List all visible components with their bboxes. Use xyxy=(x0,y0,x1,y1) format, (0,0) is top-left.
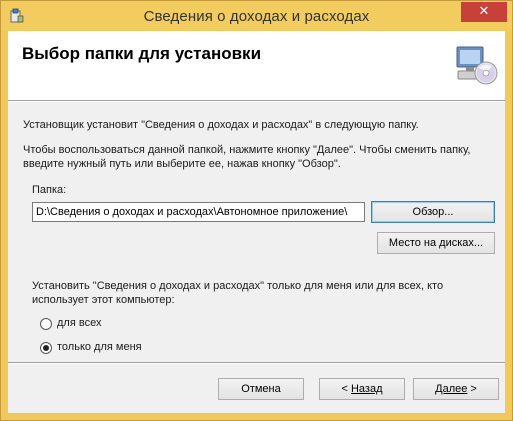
close-button[interactable]: ✕ xyxy=(461,2,507,22)
radio-everyone-label: для всех xyxy=(57,317,102,329)
footer-divider-highlight xyxy=(8,363,505,364)
computer-cd-icon xyxy=(454,43,498,87)
banner-divider xyxy=(8,101,505,102)
disk-cost-button[interactable]: Место на дисках... xyxy=(377,232,495,254)
header-banner: Выбор папки для установки xyxy=(8,31,505,101)
back-arrow: < xyxy=(341,383,348,395)
browse-button-label: Обзор... xyxy=(412,206,454,218)
folder-path-input[interactable] xyxy=(32,202,365,222)
back-button[interactable]: < Назад xyxy=(319,378,405,400)
dialog-client-area: Выбор папки для установки Установщик уст… xyxy=(8,31,505,413)
cancel-button[interactable]: Отмена xyxy=(218,378,304,400)
folder-label: Папка: xyxy=(32,184,67,196)
next-button-label: Далее xyxy=(435,383,468,395)
disk-cost-button-label: Место на дисках... xyxy=(388,237,484,249)
install-for-question: Установить "Сведения о доходах и расхода… xyxy=(32,280,444,306)
instructions-text: Чтобы воспользоваться данной папкой, наж… xyxy=(23,144,471,170)
next-arrow: > xyxy=(470,383,477,395)
window-title: Сведения о доходах и расходах xyxy=(143,8,370,25)
intro-text: Установщик установит "Сведения о доходах… xyxy=(23,119,419,131)
page-title: Выбор папки для установки xyxy=(22,44,262,63)
radio-just-me-label: только для меня xyxy=(57,341,142,353)
next-button[interactable]: Далее > xyxy=(413,378,499,400)
installer-window: Сведения о доходах и расходах ✕ Выбор па… xyxy=(0,0,513,421)
radio-everyone-circle[interactable] xyxy=(40,318,52,330)
cancel-button-label: Отмена xyxy=(241,383,281,395)
title-bar[interactable]: Сведения о доходах и расходах ✕ xyxy=(1,1,512,31)
back-button-label: Назад xyxy=(350,383,383,395)
radio-just-me-circle[interactable] xyxy=(40,342,52,354)
radio-selected-dot xyxy=(43,345,49,351)
browse-button[interactable]: Обзор... xyxy=(371,201,495,223)
